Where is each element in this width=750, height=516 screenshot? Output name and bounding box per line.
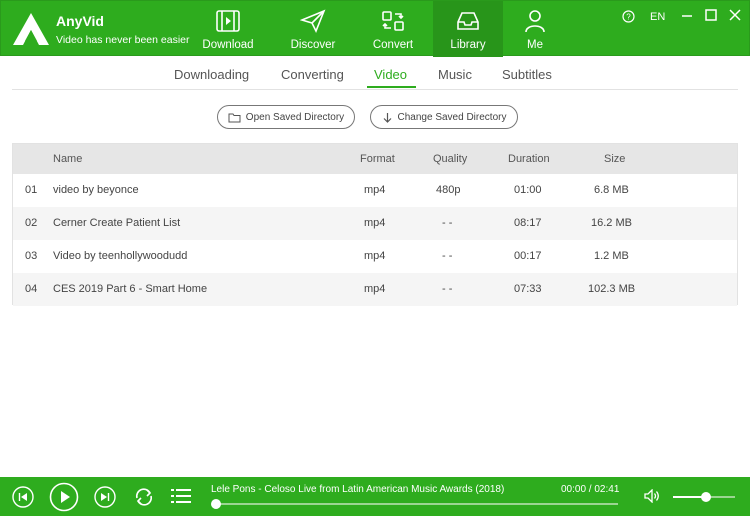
row-duration: 01:00 xyxy=(514,184,542,196)
tab-subtitles[interactable]: Subtitles xyxy=(502,67,552,82)
nav-discover-label: Discover xyxy=(290,39,336,51)
folder-icon xyxy=(228,113,241,122)
table-row[interactable]: 04 CES 2019 Part 6 - Smart Home mp4 - - … xyxy=(13,273,737,306)
volume-handle[interactable] xyxy=(700,492,711,502)
header-quality[interactable]: Quality xyxy=(433,153,467,165)
minimize-icon[interactable] xyxy=(681,10,693,22)
arrow-down-icon xyxy=(383,112,391,123)
nav-download-label: Download xyxy=(202,39,254,51)
row-name: video by beyonce xyxy=(53,184,139,196)
nav-download[interactable]: Download xyxy=(193,1,263,57)
playlist-icon[interactable] xyxy=(171,487,191,505)
row-size: 102.3 MB xyxy=(588,283,636,295)
now-playing-title: Lele Pons - Celoso Live from Latin Ameri… xyxy=(211,484,505,495)
video-table: Name Format Quality Duration Size 01 vid… xyxy=(12,143,738,306)
row-number: 03 xyxy=(25,250,38,262)
header-name[interactable]: Name xyxy=(53,153,82,165)
tab-downloading[interactable]: Downloading xyxy=(174,67,249,82)
convert-icon xyxy=(382,11,404,31)
anyvid-logo xyxy=(13,13,49,45)
nav-me[interactable]: Me xyxy=(500,1,570,57)
table-row[interactable]: 01 video by beyonce mp4 480p 01:00 6.8 M… xyxy=(13,174,737,207)
next-track-icon[interactable] xyxy=(94,486,116,508)
tab-video[interactable]: Video xyxy=(374,67,407,82)
volume-icon[interactable] xyxy=(644,489,660,503)
row-number: 04 xyxy=(25,283,38,295)
playback-time: 00:00 / 02:41 xyxy=(561,484,620,495)
language-selector[interactable]: EN xyxy=(650,11,665,23)
download-icon xyxy=(216,10,240,32)
close-icon[interactable] xyxy=(729,9,741,21)
repeat-icon[interactable] xyxy=(133,486,155,508)
nav-discover[interactable]: Discover xyxy=(278,1,348,57)
header-format[interactable]: Format xyxy=(360,153,395,165)
nav-convert-label: Convert xyxy=(372,39,414,51)
tab-converting[interactable]: Converting xyxy=(281,67,344,82)
row-size: 16.2 MB xyxy=(591,217,632,229)
nav-me-label: Me xyxy=(527,39,543,51)
row-duration: 08:17 xyxy=(514,217,542,229)
nav-convert[interactable]: Convert xyxy=(358,1,428,57)
header-duration[interactable]: Duration xyxy=(508,153,550,165)
open-saved-directory-label: Open Saved Directory xyxy=(245,111,345,123)
nav-library[interactable]: Library xyxy=(433,1,503,57)
help-icon[interactable]: ? xyxy=(622,10,635,23)
table-header: Name Format Quality Duration Size xyxy=(13,144,737,174)
row-duration: 00:17 xyxy=(514,250,542,262)
volume-slider[interactable] xyxy=(673,492,735,502)
row-size: 6.8 MB xyxy=(594,184,629,196)
app-slogan: Video has never been easier xyxy=(56,34,190,46)
maximize-icon[interactable] xyxy=(705,9,717,21)
change-saved-directory-button[interactable]: Change Saved Directory xyxy=(370,105,518,129)
row-name: Cerner Create Patient List xyxy=(53,217,181,229)
paper-plane-icon xyxy=(300,9,326,33)
table-row[interactable]: 03 Video by teenhollywoodudd mp4 - - 00:… xyxy=(13,240,737,273)
row-quality: - - xyxy=(442,250,453,262)
nav-library-label: Library xyxy=(450,39,486,51)
previous-track-icon[interactable] xyxy=(12,486,34,508)
play-icon[interactable] xyxy=(49,482,79,512)
app-name: AnyVid xyxy=(56,13,104,29)
row-quality: 480p xyxy=(436,184,461,196)
open-saved-directory-button[interactable]: Open Saved Directory xyxy=(217,105,355,129)
row-format: mp4 xyxy=(364,217,386,229)
help-text: ? xyxy=(626,13,631,22)
row-format: mp4 xyxy=(364,250,386,262)
progress-handle[interactable] xyxy=(211,499,221,509)
row-format: mp4 xyxy=(364,283,386,295)
row-format: mp4 xyxy=(364,184,386,196)
row-quality: - - xyxy=(442,283,453,295)
change-saved-directory-label: Change Saved Directory xyxy=(397,111,507,123)
row-duration: 07:33 xyxy=(514,283,542,295)
header-size[interactable]: Size xyxy=(604,153,625,165)
active-tab-indicator xyxy=(367,86,416,88)
row-name: CES 2019 Part 6 - Smart Home xyxy=(53,283,208,295)
table-row[interactable]: 02 Cerner Create Patient List mp4 - - 08… xyxy=(13,207,737,240)
row-number: 02 xyxy=(25,217,38,229)
progress-bar[interactable] xyxy=(211,499,618,509)
top-bar: AnyVid Video has never been easier Downl… xyxy=(0,0,750,57)
row-name: Video by teenhollywoodudd xyxy=(53,250,188,262)
user-icon xyxy=(525,10,545,33)
tab-music[interactable]: Music xyxy=(438,67,472,82)
row-quality: - - xyxy=(442,217,453,229)
inbox-icon xyxy=(457,12,479,30)
player-bar: Lele Pons - Celoso Live from Latin Ameri… xyxy=(0,477,750,516)
row-number: 01 xyxy=(25,184,38,196)
row-size: 1.2 MB xyxy=(594,250,629,262)
